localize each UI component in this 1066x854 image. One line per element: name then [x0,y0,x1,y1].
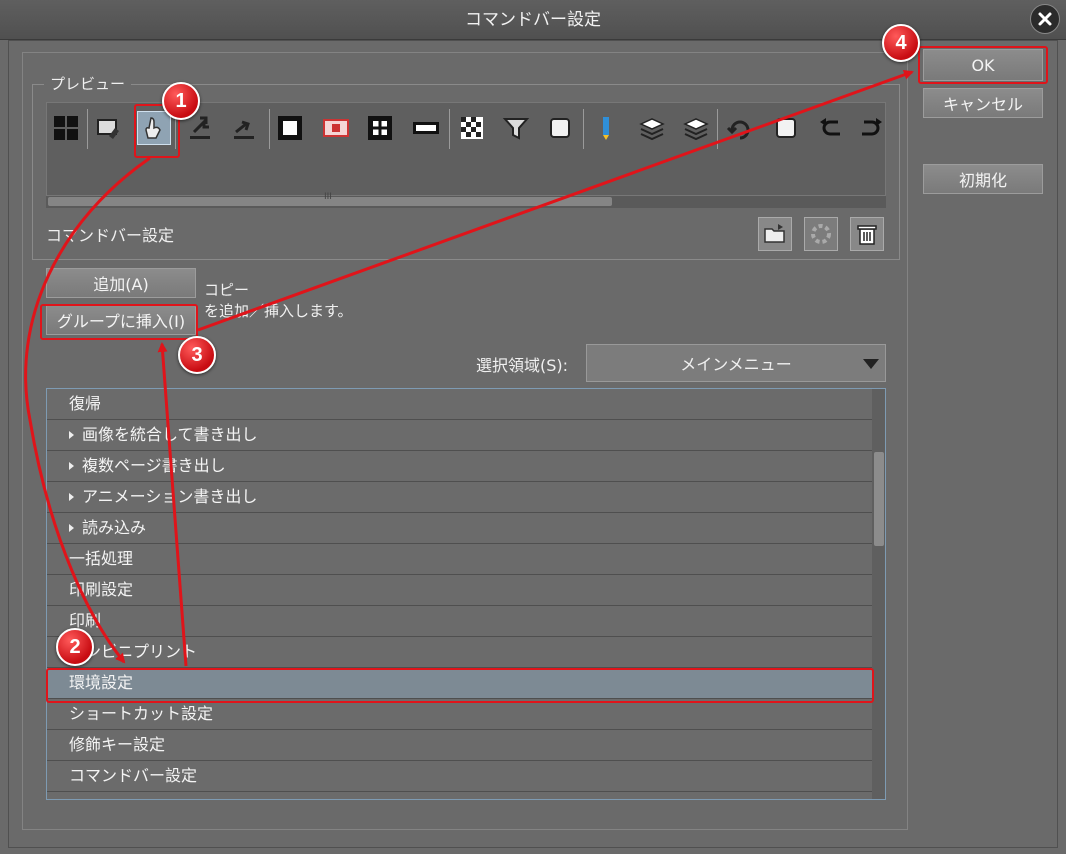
description-line-1: コピー [204,281,250,299]
loading-icon [811,224,831,244]
expand-triangle-icon[interactable] [69,492,74,501]
separator [449,109,450,149]
rotate-icon[interactable] [723,111,757,145]
expand-triangle-icon[interactable] [69,430,74,439]
redo-icon[interactable] [855,111,885,145]
scroll-grip: III [324,192,332,202]
separator [583,109,584,149]
separator [269,109,270,149]
step-badge-3: 3 [178,336,216,374]
cancel-button[interactable]: キャンセル [923,88,1043,118]
film-icon[interactable] [409,111,443,145]
list-item[interactable]: 印刷設定 [47,575,873,606]
list-item[interactable]: コンビニプリント [47,637,873,668]
step-badge-4: 4 [882,24,920,62]
list-item-label: 複数ページ書き出し [82,456,226,475]
list-scroll-thumb[interactable] [874,452,884,546]
list-item[interactable]: アニメーション書き出し [47,482,873,513]
layers-icon[interactable] [635,111,669,145]
edit-image-icon[interactable] [92,111,126,145]
close-button[interactable] [1030,4,1060,34]
list-item-label: 画像を統合して書き出し [82,425,258,444]
add-button[interactable]: 追加(A) [46,268,196,298]
highlight-box-insert-group [40,304,198,340]
list-item-label: 復帰 [69,394,102,413]
list-item[interactable]: 複数ページ書き出し [47,451,873,482]
trash-icon [857,225,877,245]
open-folder-button[interactable] [758,217,792,251]
list-item-label: 印刷設定 [69,580,134,599]
list-vertical-scrollbar[interactable] [872,389,885,799]
list-item[interactable]: ショートカット設定 [47,699,873,730]
preview-group-label: プレビュー [44,74,132,94]
pencil-icon[interactable] [589,111,623,145]
funnel-icon[interactable] [499,111,533,145]
loading-button[interactable] [804,217,838,251]
white-square-icon[interactable] [769,111,803,145]
chevron-down-icon [863,359,879,369]
step-badge-1: 1 [162,82,200,120]
list-item[interactable]: 復帰 [47,389,873,420]
menu-list[interactable]: 復帰画像を統合して書き出し 複数ページ書き出しアニメーション書き出し 読み込み一括処… [46,388,886,800]
list-item[interactable]: 一括処理 [47,544,873,575]
list-item[interactable]: 画像を統合して書き出し [47,420,873,451]
list-item-label: アニメーション書き出し [82,487,258,506]
list-item[interactable]: 修飾キー設定 [47,730,873,761]
separator [717,109,718,149]
list-item-label: 修飾キー設定 [69,735,166,754]
close-icon [1038,12,1052,26]
list-item-label: ショートカット設定 [69,704,214,723]
list-item-label: 読み込み [82,518,147,537]
preview-scroll-thumb[interactable]: III [48,192,612,206]
separator [87,109,88,149]
list-item[interactable]: 読み込み [47,513,873,544]
highlight-box-ok [918,46,1048,84]
grid-icon[interactable] [49,111,83,145]
layers-alt-icon[interactable] [679,111,713,145]
selection-label: 選択領域(S): [476,356,569,375]
selection-dropdown[interactable]: メインメニュー [586,344,886,382]
square-icon[interactable] [543,111,577,145]
commandbar-label: コマンドバー設定 [46,226,175,245]
trash-button[interactable] [850,217,884,251]
frame-icon[interactable] [273,111,307,145]
expand-triangle-icon[interactable] [69,461,74,470]
list-item-label: 一括処理 [69,549,134,568]
step-badge-2: 2 [56,628,94,666]
open-folder-icon [764,224,785,243]
import-icon[interactable] [227,111,261,145]
selection-value: メインメニュー [680,355,792,374]
crop-icon[interactable] [363,111,397,145]
description-line-2: を追加／挿入します。 [204,302,353,320]
list-item[interactable]: 印刷 [47,606,873,637]
red-image-icon[interactable] [319,111,353,145]
list-item-label: コマンドバー設定 [69,766,198,785]
reset-button[interactable]: 初期化 [923,164,1043,194]
list-item[interactable]: コマンドバー設定 [47,761,873,792]
highlight-box-selected-row [46,668,874,703]
checker-icon[interactable] [455,111,489,145]
expand-triangle-icon[interactable] [69,523,74,532]
undo-icon[interactable] [813,111,847,145]
